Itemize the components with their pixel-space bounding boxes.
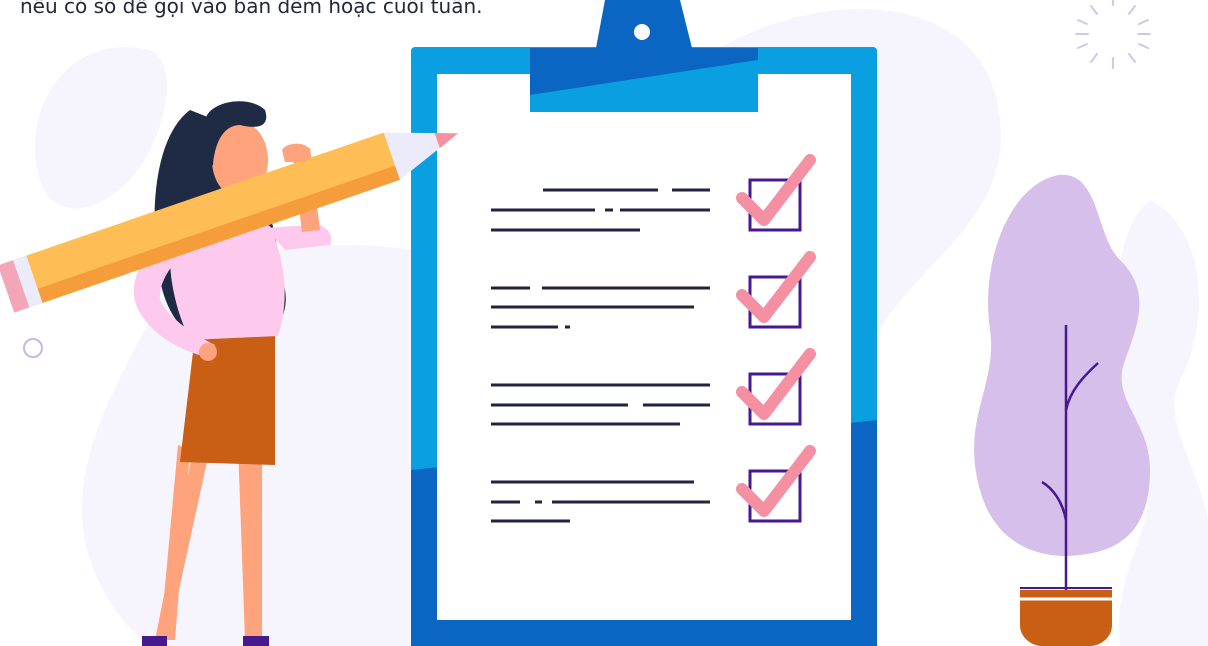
clipboard	[411, 0, 877, 646]
illustration	[0, 0, 1208, 646]
clipboard-clip-hole	[634, 24, 650, 40]
plant	[974, 174, 1150, 646]
shoe-left	[142, 636, 167, 646]
sparkle-icon	[1075, 0, 1151, 69]
hand	[282, 143, 310, 162]
clipboard-paper	[437, 74, 851, 620]
shoe-right	[243, 636, 269, 646]
circle-icon	[23, 338, 43, 358]
